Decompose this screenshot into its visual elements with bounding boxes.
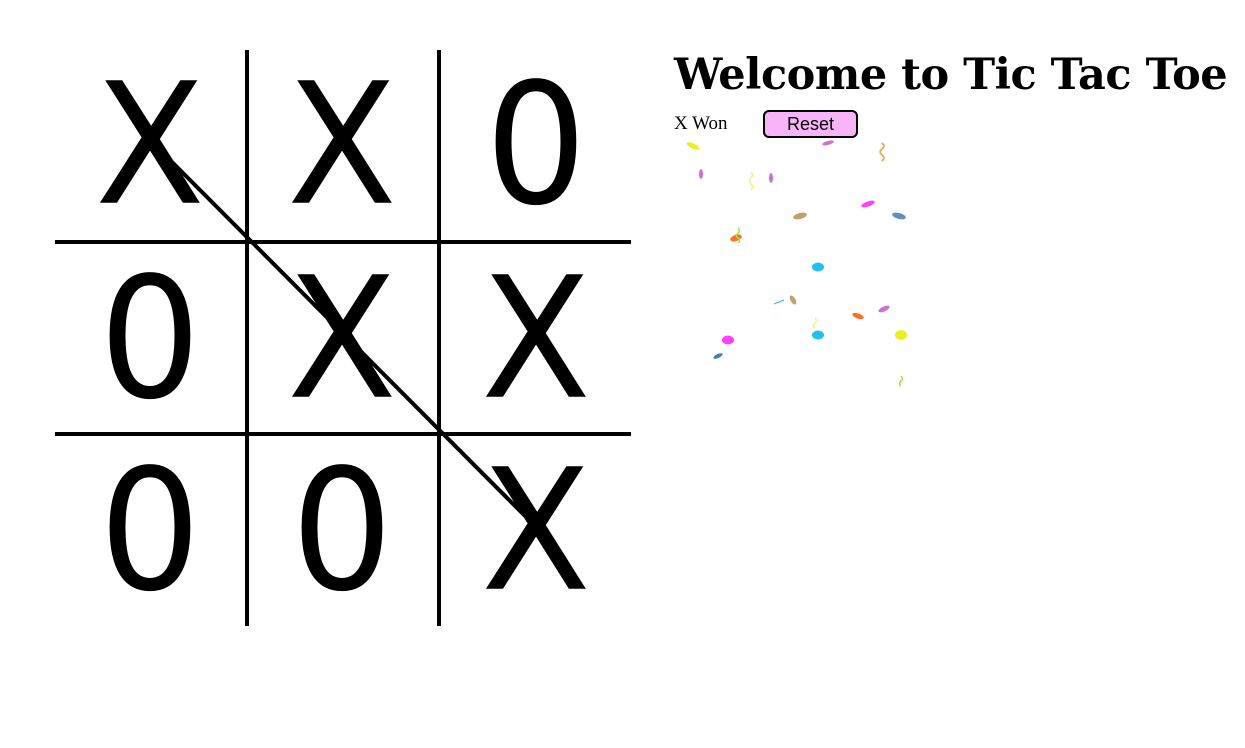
- board-cell-3[interactable]: 0: [441, 50, 631, 240]
- game-status: X Won: [674, 113, 728, 134]
- confetti-piece: [852, 312, 864, 320]
- cell-mark: X: [287, 240, 397, 437]
- confetti-streamer: [735, 227, 741, 244]
- cell-mark: X: [95, 46, 205, 243]
- confetti-piece: [878, 305, 890, 313]
- confetti-streamer: [879, 142, 885, 162]
- confetti-streamer: [748, 171, 754, 191]
- board-cell-6[interactable]: X: [441, 244, 631, 434]
- game-board: X X 0 0 X X 0 0 X: [55, 50, 631, 626]
- confetti-piece: [769, 173, 773, 183]
- page-title: Welcome to Tic Tac Toe: [674, 50, 1228, 100]
- confetti-piece: [773, 299, 785, 305]
- confetti-piece: [686, 142, 700, 150]
- confetti-piece: [822, 140, 834, 146]
- cell-mark: 0: [99, 432, 201, 629]
- confetti-streamer: [898, 375, 904, 387]
- cell-mark: X: [481, 240, 591, 437]
- board-cell-9[interactable]: X: [441, 436, 631, 626]
- reset-button[interactable]: Reset: [763, 110, 858, 138]
- board-cell-5[interactable]: X: [247, 244, 437, 434]
- cell-mark: 0: [485, 46, 587, 243]
- confetti-piece: [722, 335, 734, 345]
- cell-mark: 0: [99, 240, 201, 437]
- confetti-streamer: [812, 317, 818, 329]
- board-cell-1[interactable]: X: [55, 50, 245, 240]
- confetti-piece: [793, 212, 807, 220]
- board-cell-2[interactable]: X: [247, 50, 437, 240]
- board-cell-7[interactable]: 0: [55, 436, 245, 626]
- confetti-piece: [812, 262, 824, 272]
- cell-mark: X: [287, 46, 397, 243]
- confetti-piece: [892, 212, 906, 220]
- confetti-piece: [699, 169, 703, 179]
- board-cell-8[interactable]: 0: [247, 436, 437, 626]
- cell-mark: 0: [291, 432, 393, 629]
- confetti-piece: [789, 295, 797, 305]
- confetti-piece: [812, 330, 824, 340]
- confetti-celebration: [686, 140, 907, 387]
- board-cell-4[interactable]: 0: [55, 244, 245, 434]
- confetti-piece: [861, 200, 875, 208]
- confetti-piece: [730, 234, 742, 242]
- confetti-piece: [713, 353, 723, 359]
- cell-mark: X: [481, 432, 591, 629]
- confetti-piece: [895, 330, 907, 340]
